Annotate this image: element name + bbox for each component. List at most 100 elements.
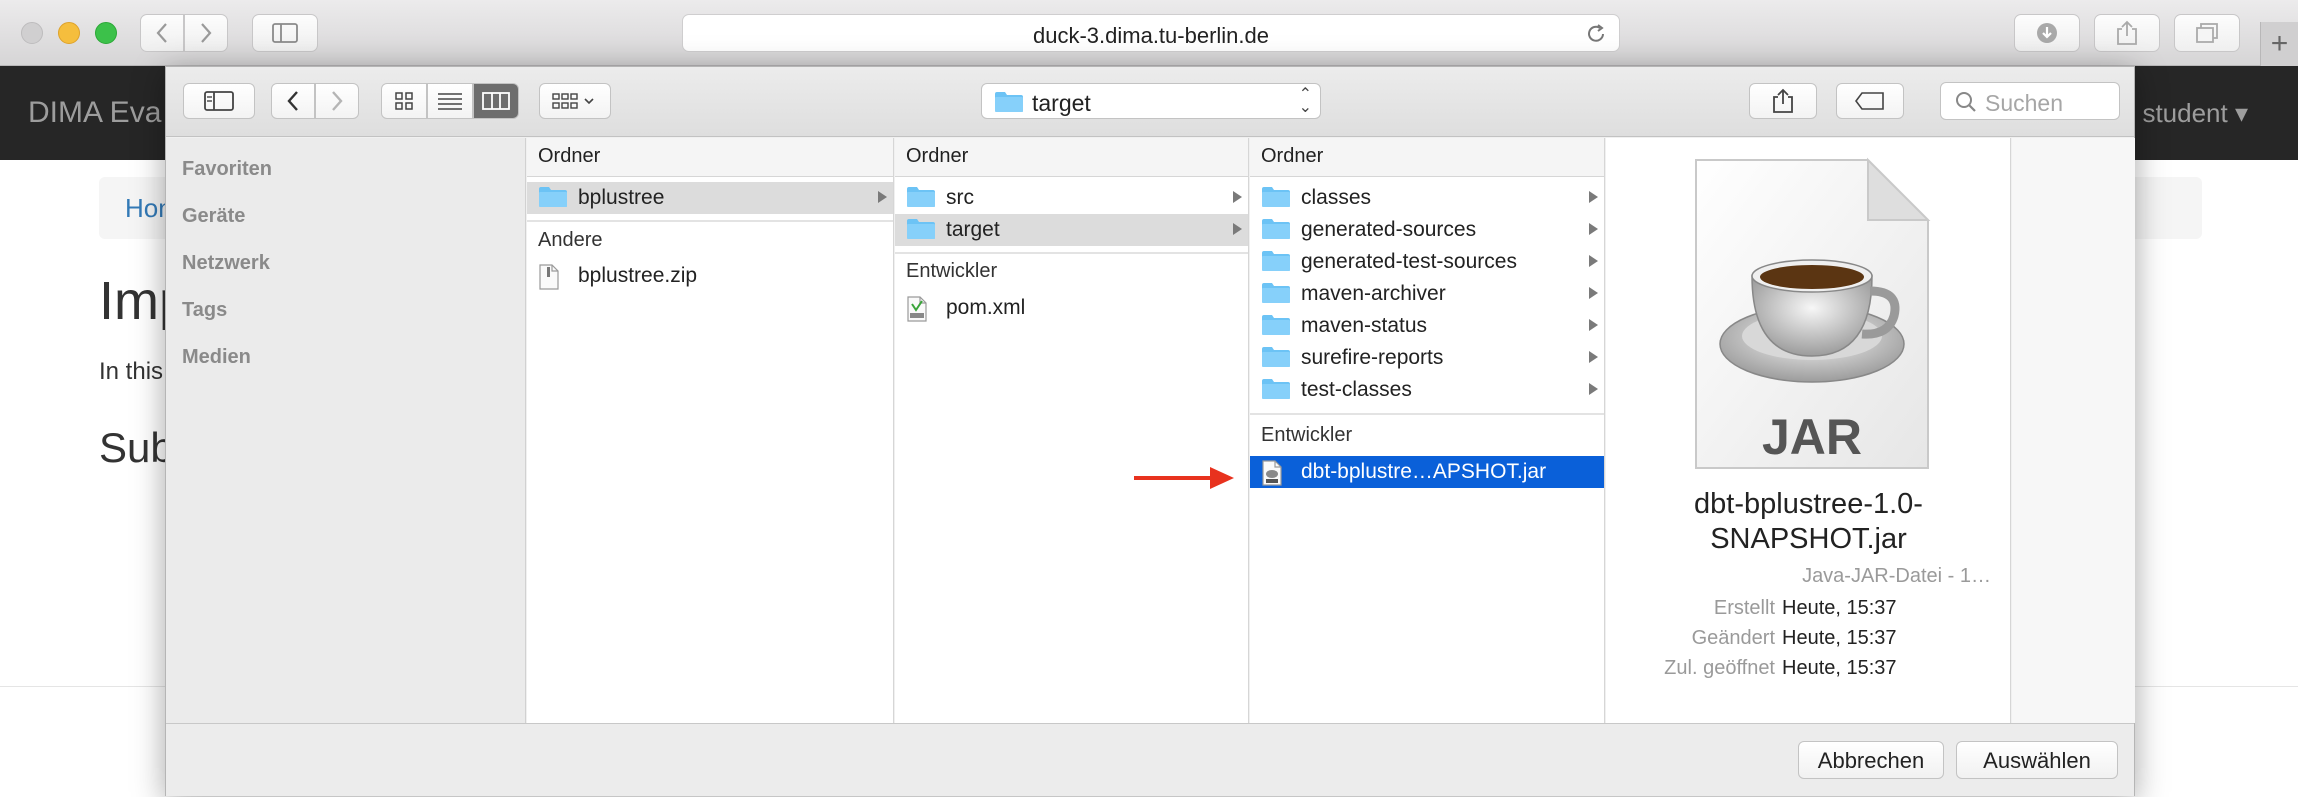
column-header: Ordner	[895, 138, 1248, 177]
disclosure-arrow-icon	[878, 191, 887, 203]
disclosure-arrow-icon	[1233, 223, 1242, 235]
disclosure-arrow-icon	[1589, 287, 1598, 299]
path-popup-label: target	[1032, 90, 1091, 116]
file-row-bplustree-zip[interactable]: bplustree.zip	[527, 260, 893, 292]
folder-row-generated-sources[interactable]: generated-sources	[1250, 214, 1604, 246]
list-view-button[interactable]	[427, 83, 473, 119]
folder-row-bplustree[interactable]: bplustree	[527, 182, 893, 214]
folder-name: src	[946, 186, 974, 209]
search-icon	[1956, 92, 1976, 112]
columns-icon	[482, 92, 510, 110]
file-name: bplustree.zip	[578, 264, 698, 287]
folder-icon	[1262, 251, 1290, 271]
choose-button[interactable]: Auswählen	[1956, 741, 2118, 779]
dialog-forward-button[interactable]	[315, 83, 359, 119]
file-name: pom.xml	[946, 296, 1026, 319]
minimize-window-button[interactable]	[58, 22, 80, 44]
file-row-pom-xml[interactable]: pom.xml	[895, 292, 1248, 324]
file-row-jar[interactable]: dbt-bplustre…APSHOT.jar	[1250, 456, 1604, 488]
section-label-entwickler: Entwickler	[906, 260, 998, 282]
cancel-button[interactable]: Abbrechen	[1798, 741, 1944, 779]
jar-icon-label: JAR	[1761, 409, 1863, 465]
folder-row-src[interactable]: src	[895, 182, 1248, 214]
url-text: duck-3.dima.tu-berlin.de	[1032, 23, 1269, 48]
column-header: Ordner	[1250, 138, 1604, 177]
meta-value: Heute, 15:37	[1782, 627, 1897, 649]
folder-name: test-classes	[1301, 378, 1412, 401]
preview-pane: JAR dbt-bplustree-1.0- SNAPSHOT.jar Java…	[1606, 138, 2011, 723]
section-label-entwickler: Entwickler	[1261, 424, 1353, 446]
meta-row-last-opened: Zul. geöffnet Heute, 15:37	[1606, 657, 2010, 683]
folder-icon	[1262, 219, 1290, 239]
xml-file-icon	[907, 296, 927, 322]
page-subheading: Sub	[99, 424, 174, 471]
sidebar-item-medien[interactable]: Medien	[182, 346, 251, 369]
folder-icon	[539, 187, 567, 207]
site-brand[interactable]: DIMA Eva	[28, 96, 161, 130]
arrange-menu-button[interactable]	[539, 83, 611, 119]
folder-name: generated-test-sources	[1301, 250, 1517, 273]
sidebar-icon	[272, 23, 298, 43]
chevron-right-icon	[201, 23, 212, 43]
annotation-arrow-icon	[1134, 467, 1234, 489]
folder-icon	[1262, 283, 1290, 303]
reload-icon[interactable]	[1585, 23, 1607, 45]
browser-column-3: Ordner classes generated-sources generat…	[1250, 138, 1605, 723]
folder-name: generated-sources	[1301, 218, 1477, 241]
chevron-left-icon	[156, 23, 167, 43]
folder-row-maven-status[interactable]: maven-status	[1250, 310, 1604, 342]
folder-icon	[907, 219, 935, 239]
folder-row-maven-archiver[interactable]: maven-archiver	[1250, 278, 1604, 310]
meta-value: Heute, 15:37	[1782, 597, 1897, 619]
folder-icon	[907, 187, 935, 207]
folder-row-target[interactable]: target	[895, 214, 1248, 246]
disclosure-arrow-icon	[1589, 223, 1598, 235]
dialog-back-button[interactable]	[271, 83, 315, 119]
folder-name: maven-archiver	[1301, 282, 1446, 305]
path-popup[interactable]: target ⌃ ⌄	[981, 83, 1321, 119]
meta-key: Geändert	[1691, 627, 1775, 649]
new-tab-button[interactable]: +	[2260, 22, 2298, 66]
tabs-icon	[2196, 23, 2218, 43]
search-placeholder: Suchen	[1985, 90, 2064, 116]
sidebar-item-favoriten[interactable]: Favoriten	[182, 158, 272, 181]
browser-column-2: Ordner src target Entwickler pom.xml	[895, 138, 1249, 723]
dialog-footer: Abbrechen Auswählen	[166, 723, 2134, 796]
downloads-button[interactable]	[2014, 14, 2080, 52]
folder-name: target	[946, 218, 1000, 241]
download-icon	[2037, 23, 2057, 43]
browser-column-1: Ordner bplustree Andere bplustree.zip	[527, 138, 894, 723]
search-input[interactable]: Suchen	[1940, 82, 2120, 120]
dialog-share-button[interactable]	[1749, 83, 1817, 119]
jar-file-icon	[1262, 460, 1282, 486]
tag-icon	[1855, 92, 1884, 110]
zoom-window-button[interactable]	[95, 22, 117, 44]
share-button[interactable]	[2094, 14, 2160, 52]
preview-filename-line1: dbt-bplustree-1.0-	[1694, 488, 1923, 520]
close-window-button[interactable]	[21, 22, 43, 44]
folder-icon	[995, 92, 1023, 112]
forward-button[interactable]	[184, 14, 228, 52]
updown-chevron-icon: ⌃ ⌄	[1298, 86, 1312, 116]
sidebar-item-tags[interactable]: Tags	[182, 299, 227, 322]
folder-row-test-classes[interactable]: test-classes	[1250, 374, 1604, 406]
address-bar[interactable]: duck-3.dima.tu-berlin.de	[682, 14, 1620, 52]
meta-value: Heute, 15:37	[1782, 657, 1897, 679]
tabs-overview-button[interactable]	[2174, 14, 2240, 52]
column-view-button[interactable]	[473, 83, 519, 119]
dialog-sidebar-toggle[interactable]	[183, 83, 255, 119]
folder-row-classes[interactable]: classes	[1250, 182, 1604, 214]
preview-filename-line2: SNAPSHOT.jar	[1710, 523, 1907, 555]
meta-key: Zul. geöffnet	[1664, 657, 1775, 679]
sidebar-item-geraete[interactable]: Geräte	[182, 205, 245, 228]
sidebar-toggle-button[interactable]	[252, 14, 318, 52]
tag-button[interactable]	[1836, 83, 1904, 119]
sidebar-item-netzwerk[interactable]: Netzwerk	[182, 252, 270, 275]
user-menu[interactable]: student ▾	[2142, 98, 2248, 129]
icon-view-button[interactable]	[381, 83, 427, 119]
back-button[interactable]	[140, 14, 184, 52]
folder-row-surefire-reports[interactable]: surefire-reports	[1250, 342, 1604, 374]
preview-kind: Java-JAR-Datei - 1…	[1802, 565, 1991, 587]
folder-row-generated-test-sources[interactable]: generated-test-sources	[1250, 246, 1604, 278]
dialog-toolbar: target ⌃ ⌄ Suchen	[166, 67, 2134, 137]
